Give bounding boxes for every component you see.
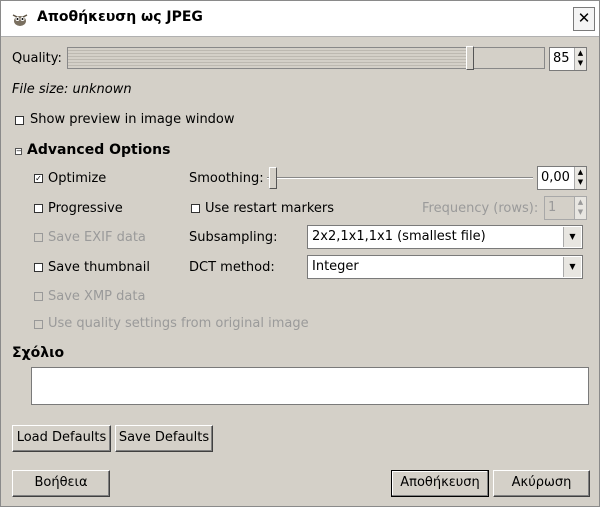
file-size-text: File size: unknown — [12, 82, 132, 97]
advanced-options-header[interactable]: Advanced Options — [27, 142, 170, 158]
smoothing-slider[interactable] — [267, 177, 533, 179]
dct-method-combo[interactable]: Integer ▼ — [307, 255, 583, 279]
save-button[interactable]: Αποθήκευση — [391, 470, 489, 497]
save-thumbnail-label[interactable]: Save thumbnail — [48, 260, 150, 275]
chevron-down-icon[interactable]: ▼ — [563, 227, 581, 247]
help-label: Βοήθεια — [34, 475, 88, 490]
frequency-spin-arrows: ▲ ▼ — [574, 197, 586, 219]
quality-slider-thumb[interactable] — [466, 46, 474, 70]
show-preview-label[interactable]: Show preview in image window — [30, 112, 235, 127]
smoothing-spinbutton[interactable]: 0,00 ▲ ▼ — [537, 166, 587, 190]
chevron-down-icon[interactable]: ▼ — [563, 257, 581, 277]
comment-label: Σχόλιο — [12, 345, 65, 361]
save-xmp-checkbox — [34, 292, 43, 301]
quality-label: Quality: — [12, 51, 62, 66]
quality-slider-fill — [68, 48, 466, 68]
frequency-spinbutton: 1 ▲ ▼ — [544, 196, 587, 220]
show-preview-checkbox[interactable] — [15, 116, 24, 125]
save-exif-checkbox — [34, 233, 43, 242]
save-defaults-button[interactable]: Save Defaults — [115, 425, 213, 452]
cancel-label: Ακύρωση — [511, 475, 572, 490]
comment-textarea[interactable] — [31, 367, 589, 405]
smoothing-slider-thumb[interactable] — [269, 167, 277, 189]
dialog-title: Αποθήκευση ως JPEG — [37, 9, 203, 25]
frequency-label: Frequency (rows): — [422, 201, 539, 216]
close-icon: ✕ — [577, 9, 591, 27]
dct-method-label: DCT method: — [189, 260, 275, 275]
gimp-icon — [12, 14, 28, 26]
progressive-label[interactable]: Progressive — [48, 201, 123, 216]
smoothing-label: Smoothing: — [189, 171, 264, 186]
advanced-options-expander-icon[interactable]: − — [15, 148, 22, 155]
optimize-checkbox[interactable]: ✓ — [34, 174, 43, 183]
dct-method-value: Integer — [312, 259, 359, 274]
smoothing-value: 0,00 — [541, 170, 570, 185]
restart-markers-checkbox[interactable] — [191, 204, 200, 213]
help-button[interactable]: Βοήθεια — [12, 470, 110, 497]
save-as-jpeg-dialog: Αποθήκευση ως JPEG ✕ Quality: 85 ▲ ▼ File… — [0, 0, 600, 507]
restart-markers-label[interactable]: Use restart markers — [205, 201, 334, 216]
progressive-checkbox[interactable] — [34, 204, 43, 213]
use-quality-checkbox — [34, 320, 43, 329]
save-xmp-label: Save XMP data — [48, 289, 146, 304]
frequency-value: 1 — [548, 200, 557, 215]
close-button[interactable]: ✕ — [573, 7, 595, 31]
subsampling-value: 2x2,1x1,1x1 (smallest file) — [312, 229, 486, 244]
quality-spin-arrows[interactable]: ▲ ▼ — [574, 48, 586, 70]
smoothing-spin-arrows[interactable]: ▲ ▼ — [574, 167, 586, 189]
quality-slider[interactable] — [67, 46, 545, 70]
subsampling-combo[interactable]: 2x2,1x1,1x1 (smallest file) ▼ — [307, 225, 583, 249]
cancel-button[interactable]: Ακύρωση — [493, 470, 590, 497]
optimize-label[interactable]: Optimize — [48, 171, 106, 186]
save-label: Αποθήκευση — [400, 475, 480, 490]
save-thumbnail-checkbox[interactable] — [34, 263, 43, 272]
save-exif-label: Save EXIF data — [48, 230, 146, 245]
title-bar: Αποθήκευση ως JPEG ✕ — [1, 1, 599, 37]
load-defaults-label: Load Defaults — [16, 430, 107, 445]
use-quality-label: Use quality settings from original image — [48, 316, 309, 331]
load-defaults-button[interactable]: Load Defaults — [12, 425, 111, 452]
subsampling-label: Subsampling: — [189, 230, 278, 245]
quality-value: 85 — [553, 51, 570, 66]
quality-spinbutton[interactable]: 85 ▲ ▼ — [549, 47, 587, 71]
save-defaults-label: Save Defaults — [118, 430, 210, 445]
